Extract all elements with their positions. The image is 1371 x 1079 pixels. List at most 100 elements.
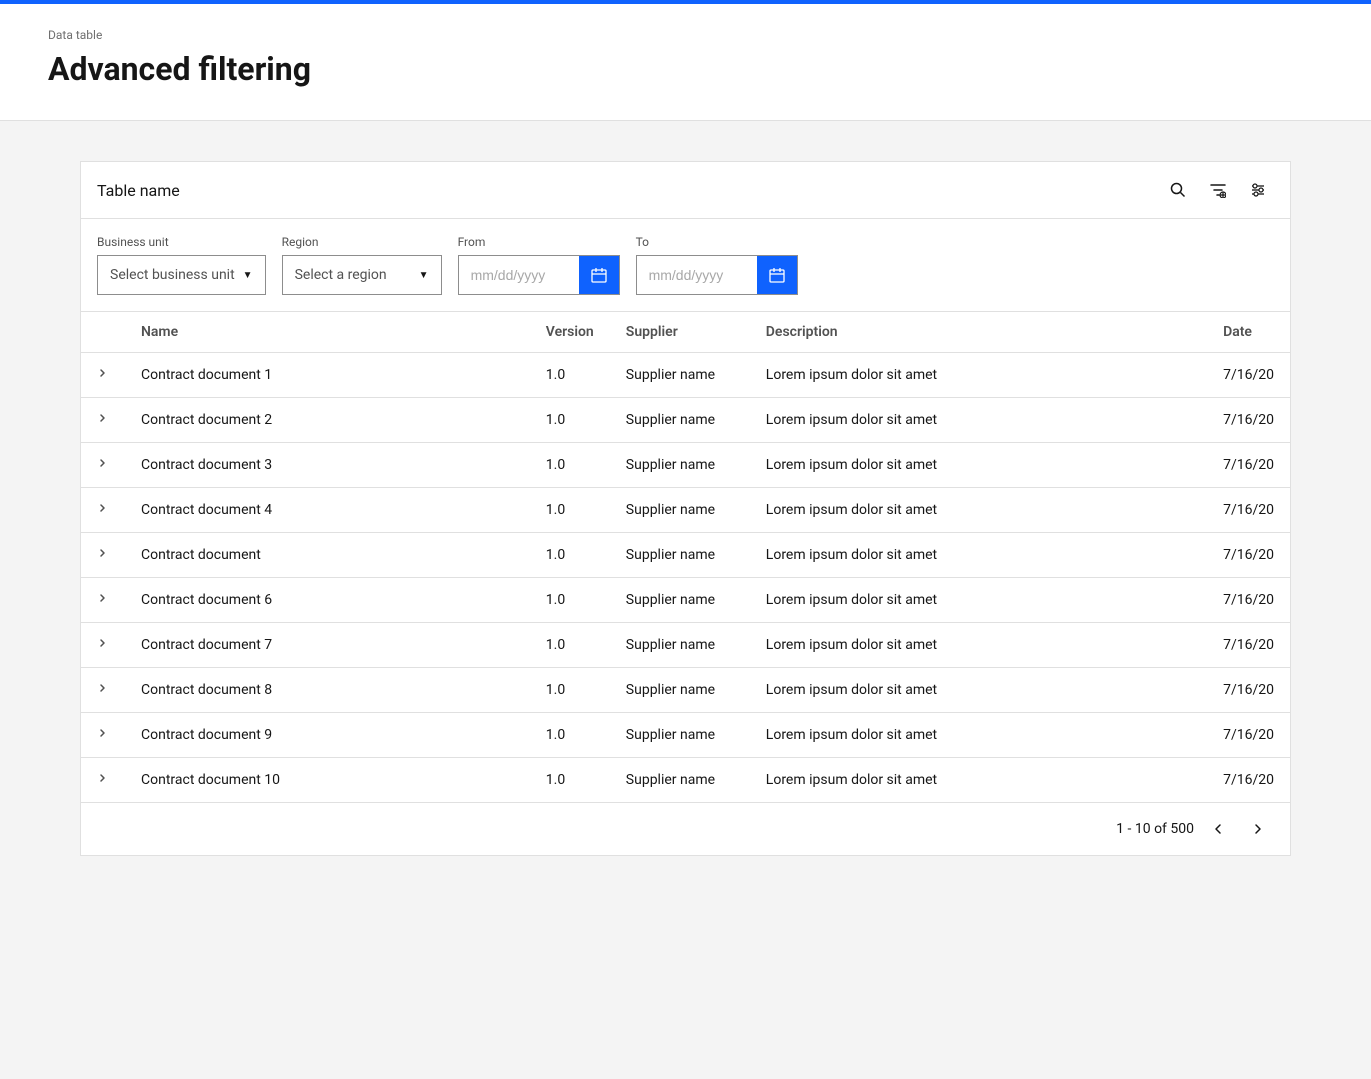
table-row[interactable]: Contract document 9 1.0 Supplier name Lo… (81, 713, 1290, 758)
row-description: Lorem ipsum dolor sit amet (750, 713, 1207, 758)
row-version: 1.0 (530, 488, 610, 533)
header: Data table Advanced filtering (0, 4, 1371, 121)
table-row[interactable]: Contract document 1 1.0 Supplier name Lo… (81, 353, 1290, 398)
chevron-left-icon (1210, 821, 1226, 837)
row-expander[interactable] (81, 443, 125, 488)
business-unit-filter: Business unit Select business unit ▼ (97, 235, 266, 295)
to-date-filter: To (636, 235, 798, 295)
table-name-label: Table name (97, 181, 180, 200)
table-container: Table name (80, 161, 1291, 856)
row-name: Contract document 3 (125, 443, 530, 488)
row-name: Contract document 7 (125, 623, 530, 668)
table-row[interactable]: Contract document 8 1.0 Supplier name Lo… (81, 668, 1290, 713)
chevron-right-row-icon (97, 412, 109, 424)
row-name: Contract document (125, 533, 530, 578)
toolbar-actions (1162, 174, 1274, 206)
settings-button[interactable] (1242, 174, 1274, 206)
row-description: Lorem ipsum dolor sit amet (750, 488, 1207, 533)
row-name: Contract document 4 (125, 488, 530, 533)
to-calendar-button[interactable] (757, 256, 797, 294)
row-supplier: Supplier name (610, 398, 750, 443)
table-row[interactable]: Contract document 7 1.0 Supplier name Lo… (81, 623, 1290, 668)
th-supplier: Supplier (610, 312, 750, 353)
row-expander[interactable] (81, 668, 125, 713)
row-version: 1.0 (530, 353, 610, 398)
row-supplier: Supplier name (610, 578, 750, 623)
row-description: Lorem ipsum dolor sit amet (750, 398, 1207, 443)
row-supplier: Supplier name (610, 713, 750, 758)
chevron-right-row-icon (97, 682, 109, 694)
pagination-prev-button[interactable] (1202, 815, 1234, 843)
table-row[interactable]: Contract document 3 1.0 Supplier name Lo… (81, 443, 1290, 488)
row-supplier: Supplier name (610, 533, 750, 578)
filter-add-button[interactable] (1202, 174, 1234, 206)
row-version: 1.0 (530, 533, 610, 578)
calendar-icon-to (769, 267, 785, 283)
row-name: Contract document 9 (125, 713, 530, 758)
table-row[interactable]: Contract document 4 1.0 Supplier name Lo… (81, 488, 1290, 533)
chevron-right-row-icon (97, 637, 109, 649)
row-expander[interactable] (81, 578, 125, 623)
from-date-filter: From (458, 235, 620, 295)
row-expander[interactable] (81, 758, 125, 803)
row-date: 7/16/20 (1207, 713, 1290, 758)
filters-row: Business unit Select business unit ▼ Reg… (81, 219, 1290, 312)
row-expander[interactable] (81, 353, 125, 398)
th-version: Version (530, 312, 610, 353)
table-row[interactable]: Contract document 6 1.0 Supplier name Lo… (81, 578, 1290, 623)
chevron-right-icon (1250, 821, 1266, 837)
row-expander[interactable] (81, 398, 125, 443)
row-date: 7/16/20 (1207, 488, 1290, 533)
row-expander[interactable] (81, 533, 125, 578)
to-date-input[interactable] (637, 261, 757, 289)
row-version: 1.0 (530, 758, 610, 803)
row-date: 7/16/20 (1207, 353, 1290, 398)
to-label: To (636, 235, 798, 249)
main-content: Table name (0, 121, 1371, 896)
region-select[interactable]: Select a region ▼ (282, 255, 442, 295)
row-description: Lorem ipsum dolor sit amet (750, 578, 1207, 623)
row-name: Contract document 6 (125, 578, 530, 623)
row-name: Contract document 8 (125, 668, 530, 713)
row-description: Lorem ipsum dolor sit amet (750, 353, 1207, 398)
row-version: 1.0 (530, 443, 610, 488)
chevron-right-row-icon (97, 772, 109, 784)
row-version: 1.0 (530, 578, 610, 623)
chevron-right-row-icon (97, 367, 109, 379)
row-description: Lorem ipsum dolor sit amet (750, 758, 1207, 803)
row-expander[interactable] (81, 713, 125, 758)
row-date: 7/16/20 (1207, 398, 1290, 443)
pagination-next-button[interactable] (1242, 815, 1274, 843)
region-placeholder: Select a region (295, 267, 387, 283)
region-label: Region (282, 235, 442, 249)
chevron-right-row-icon (97, 592, 109, 604)
th-expander (81, 312, 125, 353)
row-description: Lorem ipsum dolor sit amet (750, 533, 1207, 578)
row-expander[interactable] (81, 488, 125, 533)
row-name: Contract document 2 (125, 398, 530, 443)
chevron-right-row-icon (97, 502, 109, 514)
th-description: Description (750, 312, 1207, 353)
row-version: 1.0 (530, 623, 610, 668)
search-button[interactable] (1162, 174, 1194, 206)
row-supplier: Supplier name (610, 668, 750, 713)
table-row[interactable]: Contract document 10 1.0 Supplier name L… (81, 758, 1290, 803)
region-filter: Region Select a region ▼ (282, 235, 442, 295)
table-row[interactable]: Contract document 2 1.0 Supplier name Lo… (81, 398, 1290, 443)
business-unit-select[interactable]: Select business unit ▼ (97, 255, 266, 295)
business-unit-label: Business unit (97, 235, 266, 249)
row-date: 7/16/20 (1207, 533, 1290, 578)
row-description: Lorem ipsum dolor sit amet (750, 623, 1207, 668)
chevron-right-row-icon (97, 457, 109, 469)
row-description: Lorem ipsum dolor sit amet (750, 443, 1207, 488)
row-date: 7/16/20 (1207, 578, 1290, 623)
row-date: 7/16/20 (1207, 758, 1290, 803)
chevron-down-icon-region: ▼ (419, 270, 429, 281)
row-expander[interactable] (81, 623, 125, 668)
chevron-right-row-icon (97, 727, 109, 739)
table-row[interactable]: Contract document 1.0 Supplier name Lore… (81, 533, 1290, 578)
row-supplier: Supplier name (610, 353, 750, 398)
from-calendar-button[interactable] (579, 256, 619, 294)
th-date: Date (1207, 312, 1290, 353)
from-date-input[interactable] (459, 261, 579, 289)
